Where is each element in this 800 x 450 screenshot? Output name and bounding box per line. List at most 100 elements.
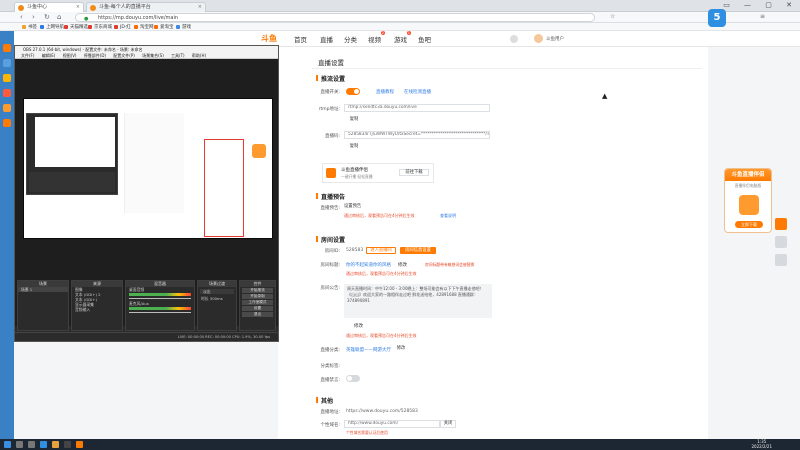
bookmark-item[interactable]: 天猫精选 [64, 24, 88, 30]
avatar[interactable] [534, 34, 543, 43]
copy-code-button[interactable]: 复制 [346, 144, 362, 151]
bookmark-item[interactable]: 书签 [22, 24, 37, 30]
nav-home[interactable]: 首页 [294, 34, 307, 44]
menu-icon[interactable]: ≡ [760, 13, 765, 20]
transition-select[interactable]: 淡出 [200, 289, 234, 294]
room-notice-edit-button[interactable]: 修改 [354, 323, 363, 329]
floating-app-icon[interactable]: 5 [708, 9, 726, 27]
bookmark-item[interactable]: 上网导航 [40, 24, 64, 30]
home-side-icon[interactable] [775, 236, 787, 248]
page-title: 直播设置 [318, 59, 344, 67]
mute-toggle[interactable] [346, 375, 360, 382]
obs-menu-item[interactable]: 视图(V) [63, 53, 77, 58]
ad-download-button[interactable]: 立即下载 [735, 221, 763, 228]
live-address-value[interactable]: https://www.douyu.com/528583 [346, 409, 418, 414]
app-icon[interactable] [3, 59, 11, 67]
helper-ad-widget[interactable]: 斗鱼直播伴侣 直播伴侣电脑版 立即下载 [724, 168, 772, 233]
notice-help-link[interactable]: 查看说明 [440, 213, 456, 219]
video-badge: 2 [380, 31, 385, 35]
live-toggle[interactable] [346, 88, 360, 95]
room-title-value[interactable]: 你的不起知道你的风格 [346, 262, 391, 268]
refresh-icon[interactable]: ↻ [44, 13, 50, 21]
obs-menu-item[interactable]: 编辑(E) [42, 53, 56, 58]
search-icon[interactable] [16, 441, 23, 448]
custom-domain-input[interactable]: http://www.douyu.com/ [344, 420, 440, 428]
custom-domain-select[interactable]: 关闭 [440, 420, 456, 428]
star-icon[interactable]: ☆ [610, 13, 615, 20]
obs-menu-item[interactable]: 工具(T) [171, 53, 185, 58]
start-recording-button[interactable]: 开始录制 [242, 294, 273, 299]
tutorial-link[interactable]: 直播教程 [376, 89, 394, 95]
nav-video[interactable]: 视频 2 [368, 31, 385, 44]
room-title-edit-button[interactable]: 修改 [398, 262, 407, 268]
folder-icon[interactable] [52, 441, 59, 448]
settings-button[interactable]: 设置 [242, 306, 273, 311]
feedback-icon[interactable] [775, 254, 787, 266]
obs-taskbar-icon[interactable] [64, 441, 71, 448]
close-tab-icon[interactable]: × [76, 3, 80, 12]
app-icon[interactable] [3, 104, 11, 112]
set-notice-button[interactable]: 设置预告 [344, 204, 370, 211]
obs-menu-item[interactable]: 配置文件(P) [113, 53, 135, 58]
check-link[interactable]: 在线检测直播 [404, 89, 431, 95]
category-value[interactable]: 英雄联盟——网游大厅 [346, 347, 391, 353]
obs-menu-item[interactable]: 文件(F) [21, 53, 34, 58]
bookmark-item[interactable]: 淘宝网 [134, 24, 154, 30]
start-icon[interactable] [4, 441, 11, 448]
window-controls[interactable]: ▭ — ▢ ✕ [723, 1, 798, 9]
nav-game[interactable]: 游戏 1 [394, 31, 411, 44]
obs-preview-canvas [23, 98, 273, 239]
room-info-button[interactable]: 房间信息设置 [400, 247, 436, 254]
room-notice-text[interactable]: 周天直播时间：中午12:00 - 3:00晚上：整场可能会有以下下午直播走他吧！… [344, 284, 492, 318]
bookmark-item[interactable]: 游戏 [176, 24, 191, 30]
volume-slider[interactable] [129, 298, 191, 299]
live-switch-label: 直播开关: [320, 90, 340, 95]
obs-menu-item[interactable]: 停靠部件(D) [84, 53, 106, 58]
obs-window[interactable]: OBS 27.0.1 (64-bit, windows) - 配置文件: 未命名… [14, 45, 279, 342]
bookmark-item[interactable]: 爱淘宝 [154, 24, 174, 30]
studio-mode-button[interactable]: 工作室模式 [242, 300, 273, 305]
app-icon[interactable] [3, 74, 11, 82]
exit-button[interactable]: 退出 [242, 312, 273, 317]
taskbar-clock[interactable]: 1:35 2022/2/21 [751, 439, 772, 449]
download-icon[interactable] [510, 35, 518, 43]
volume-slider[interactable] [129, 312, 191, 313]
bookmark-item[interactable]: 京东商城 [88, 24, 112, 30]
app-icon[interactable] [3, 119, 11, 127]
browser-taskbar-icon[interactable] [40, 441, 47, 448]
enter-room-button[interactable]: 进入直播间 [366, 247, 396, 254]
scene-item[interactable]: 场景 1 [18, 287, 68, 292]
copy-rtmp-button[interactable]: 复制 [346, 117, 362, 124]
douyu-logo[interactable]: 斗鱼 [261, 33, 291, 44]
forward-icon[interactable]: › [32, 13, 35, 21]
nav-live[interactable]: 直播 [320, 34, 333, 44]
home-icon[interactable]: ⌂ [57, 13, 61, 21]
category-edit-button[interactable]: 修改 [392, 346, 410, 353]
tag-label: 分类标签: [320, 364, 340, 369]
app-icon[interactable] [3, 44, 11, 52]
task-view-icon[interactable] [28, 441, 35, 448]
obs-menu-item[interactable]: 帮助(H) [192, 53, 206, 58]
obs-title-bar[interactable]: OBS 27.0.1 (64-bit, windows) - 配置文件: 未命名… [15, 46, 278, 53]
tab-douyu-main[interactable]: 斗鱼-每个人的直播平台 × [86, 2, 206, 12]
nav-fishbar[interactable]: 鱼吧 [418, 34, 431, 44]
back-icon[interactable]: ‹ [20, 13, 23, 21]
url-input[interactable]: ● https://mp.douyu.com/live/main [75, 13, 595, 22]
user-name[interactable]: 斗鱼用户 [546, 36, 564, 42]
start-streaming-button[interactable]: 开始推流 [242, 288, 273, 293]
section-other: 其他 [316, 396, 333, 405]
stream-code-input[interactable]: 5285834rTj\uWWTWyU/txSecret=************… [344, 131, 490, 139]
bookmark-item[interactable]: JD·红 [114, 24, 131, 30]
download-helper-button[interactable]: 前往下载 [399, 169, 429, 176]
obs-menu-item[interactable]: 场景集合(S) [142, 53, 164, 58]
close-tab-icon[interactable]: × [198, 3, 202, 12]
nav-category[interactable]: 分类 [344, 34, 357, 44]
source-item[interactable]: 音频输入 [72, 307, 122, 312]
transition-duration[interactable]: 时长 300ms [198, 296, 236, 301]
rtmp-input[interactable]: rtmp://sendtc3a.douyu.com/live [344, 104, 490, 112]
tab-douyu-center[interactable]: 斗鱼中心 × [14, 2, 84, 12]
app-icon[interactable] [3, 89, 11, 97]
app-taskbar-icon[interactable] [76, 441, 83, 448]
clock-date: 2022/2/21 [751, 444, 772, 449]
play-icon[interactable] [775, 218, 787, 230]
